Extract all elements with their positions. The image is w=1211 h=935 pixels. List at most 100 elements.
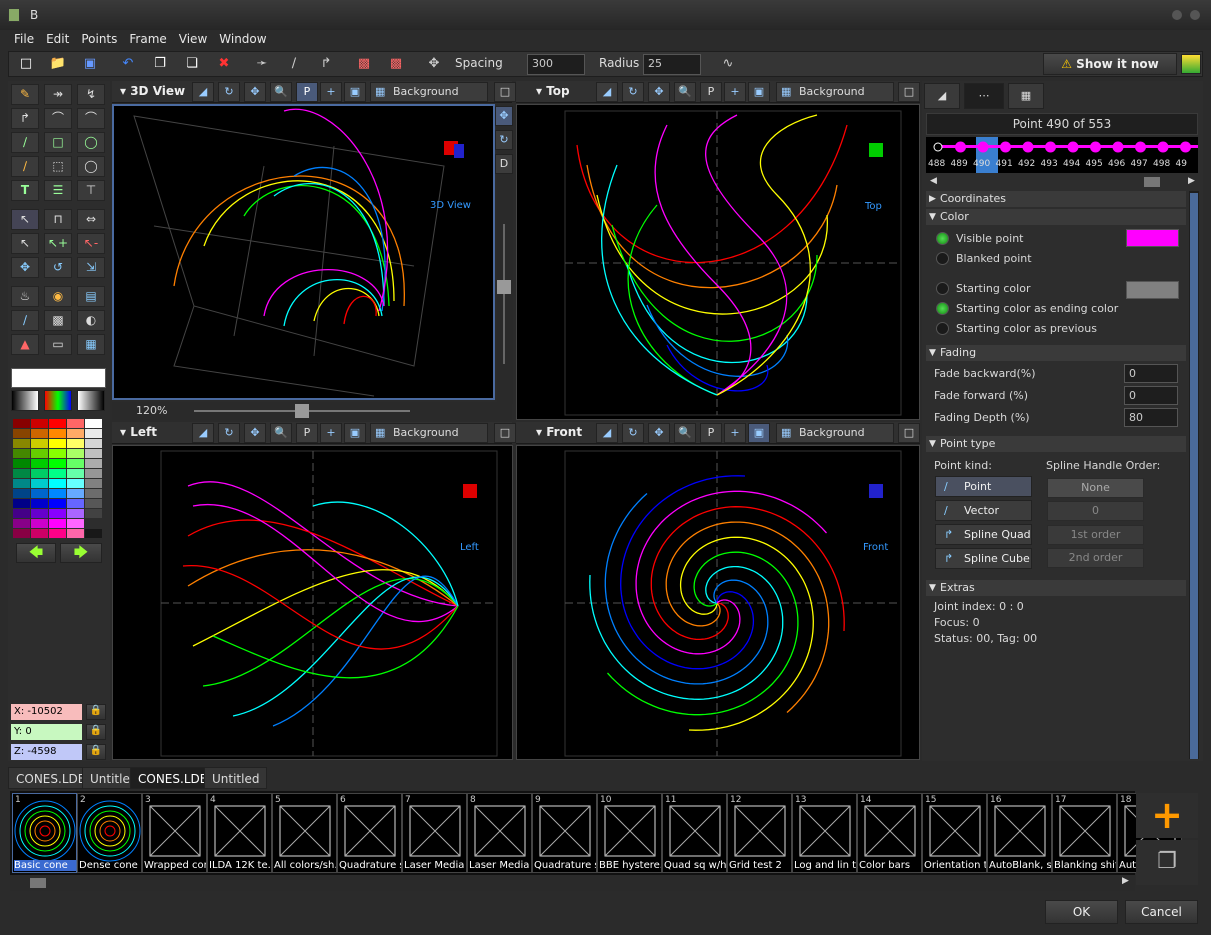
eyedropper-icon[interactable]: ∕ xyxy=(11,310,39,331)
point-kind-vector[interactable]: ∕ Vector xyxy=(935,500,1032,521)
paste-icon[interactable]: ❏ xyxy=(181,53,203,75)
palette-swatch[interactable] xyxy=(31,479,48,488)
save-icon[interactable]: ▣ xyxy=(79,53,101,75)
palette-swatch[interactable] xyxy=(85,429,102,438)
fit-icon[interactable]: ▣ xyxy=(344,82,366,102)
palette-swatch[interactable] xyxy=(13,499,30,508)
palette-swatch[interactable] xyxy=(13,479,30,488)
perspective-icon[interactable]: ◢ xyxy=(596,423,618,443)
point-kind-point[interactable]: ∕ Point xyxy=(935,476,1032,497)
gradient-invert-icon[interactable] xyxy=(77,390,105,411)
palette-swatch[interactable] xyxy=(49,499,66,508)
delete-icon[interactable]: ✖ xyxy=(213,53,235,75)
eraser-icon[interactable]: ▭ xyxy=(44,334,72,355)
tab-untitled-2[interactable]: Untitled xyxy=(204,767,268,789)
chevron-down-icon[interactable]: ▾ 3D View xyxy=(120,84,185,98)
scroll-right-icon[interactable]: ▶ xyxy=(1122,876,1129,886)
palette-swatch[interactable] xyxy=(31,459,48,468)
fading-depth-input[interactable]: 80 xyxy=(1124,408,1178,427)
point-type-section[interactable]: ▼ Point type xyxy=(926,436,1186,452)
palette-swatch[interactable] xyxy=(85,529,102,538)
spray-icon[interactable]: ▩ xyxy=(44,310,72,331)
contrast-icon[interactable]: ◐ xyxy=(77,310,105,331)
fit-icon[interactable]: ▣ xyxy=(344,423,366,443)
menu-points[interactable]: Points xyxy=(75,30,123,48)
fade-backward-input[interactable]: 0 xyxy=(1124,364,1178,383)
starting-color-radio[interactable] xyxy=(936,282,949,295)
palette-swatch[interactable] xyxy=(85,459,102,468)
p-button[interactable]: P xyxy=(700,82,722,102)
start-prev-radio[interactable] xyxy=(936,322,949,335)
current-color-swatch[interactable] xyxy=(11,368,106,388)
blanked-point-radio[interactable] xyxy=(936,252,949,265)
side-d-button[interactable]: D xyxy=(495,154,513,174)
orbit-icon[interactable]: ↻ xyxy=(218,423,240,443)
background-button[interactable]: ▦ Background xyxy=(776,423,894,443)
hatch-icon[interactable]: ☰ xyxy=(44,180,72,201)
grid-plus-icon[interactable]: + xyxy=(724,423,746,443)
lock-z-icon[interactable]: 🔒 xyxy=(86,744,106,760)
rotate-icon[interactable]: ↺ xyxy=(44,257,72,278)
palette-swatch[interactable] xyxy=(49,469,66,478)
frame-thumbnail[interactable]: 2 Dense cone xyxy=(77,793,142,873)
crosshair-icon[interactable]: ✥ xyxy=(423,53,445,75)
palette-swatch[interactable] xyxy=(31,419,48,428)
zoom-icon[interactable]: 🔍 xyxy=(270,423,292,443)
corner-line-icon[interactable]: ↱ xyxy=(11,108,39,129)
grid-plus-icon[interactable]: + xyxy=(724,82,746,102)
coordinates-section[interactable]: ▶ Coordinates xyxy=(926,191,1186,207)
point-dot[interactable] xyxy=(977,141,989,153)
point-dot[interactable] xyxy=(1112,141,1124,153)
palette-swatch[interactable] xyxy=(13,459,30,468)
thumbnail-scrollbar[interactable]: ▶ xyxy=(10,875,1135,891)
image-icon[interactable]: ▦ xyxy=(77,334,105,355)
scale-icon[interactable]: ⇲ xyxy=(77,257,105,278)
start-end-radio[interactable] xyxy=(936,302,949,315)
pan-icon[interactable]: ✥ xyxy=(648,423,670,443)
palette-swatch[interactable] xyxy=(67,489,84,498)
fading-section[interactable]: ▼ Fading xyxy=(926,345,1186,361)
side-move-icon[interactable]: ✥ xyxy=(495,106,513,126)
pan-icon[interactable]: ✥ xyxy=(244,423,266,443)
palette-swatch[interactable] xyxy=(67,429,84,438)
palette-swatch[interactable] xyxy=(67,529,84,538)
spline-order-0[interactable]: 0 xyxy=(1047,501,1144,521)
frame-thumbnail[interactable]: 3 Wrapped cone xyxy=(142,793,207,873)
perspective-icon[interactable]: ◢ xyxy=(596,82,618,102)
palette-swatch[interactable] xyxy=(67,519,84,528)
pan-icon[interactable]: ✥ xyxy=(648,82,670,102)
tab-image-icon[interactable]: ▦ xyxy=(1008,83,1044,109)
frame-thumbnail[interactable]: 7 Laser Media ... xyxy=(402,793,467,873)
palette-swatch[interactable] xyxy=(49,489,66,498)
maximize-icon[interactable]: □ xyxy=(494,82,516,102)
point-dot[interactable] xyxy=(955,141,966,153)
palette-swatch[interactable] xyxy=(67,449,84,458)
starting-color-swatch[interactable] xyxy=(1126,281,1179,299)
close-button[interactable] xyxy=(1190,10,1200,20)
frame-thumbnail[interactable]: 6 Quadrature s... xyxy=(337,793,402,873)
diagonal-icon[interactable]: ∕ xyxy=(283,53,305,75)
palette-swatch[interactable] xyxy=(49,439,66,448)
palette-swatch[interactable] xyxy=(13,449,30,458)
zoom-icon[interactable]: 🔍 xyxy=(674,82,696,102)
pan-icon[interactable]: ✥ xyxy=(244,82,266,102)
chevron-down-icon[interactable]: ▾ Front xyxy=(536,425,582,439)
scroll-thumb[interactable] xyxy=(1144,177,1160,187)
palette-swatch[interactable] xyxy=(13,439,30,448)
palette-swatch[interactable] xyxy=(49,429,66,438)
point-dot[interactable] xyxy=(1045,141,1056,153)
vertical-slider-track[interactable] xyxy=(503,224,505,364)
perspective-icon[interactable]: ◢ xyxy=(192,82,214,102)
gradient-gray-icon[interactable] xyxy=(11,390,39,411)
polyline-icon[interactable]: ↠ xyxy=(44,84,72,105)
fit-icon[interactable]: ▣ xyxy=(748,423,770,443)
frame-thumbnail[interactable]: 16 AutoBlank, s... xyxy=(987,793,1052,873)
point-dot[interactable] xyxy=(1180,141,1191,153)
side-orbit-icon[interactable]: ↻ xyxy=(495,130,513,150)
spline-order-2nd[interactable]: 2nd order xyxy=(1047,548,1144,568)
color-palette[interactable] xyxy=(13,419,105,541)
menu-file[interactable]: File xyxy=(8,30,40,48)
palette-swatch[interactable] xyxy=(85,469,102,478)
prev-color-button[interactable]: 🡄 xyxy=(16,543,56,563)
scroll-right-icon[interactable]: ▶ xyxy=(1188,176,1195,186)
